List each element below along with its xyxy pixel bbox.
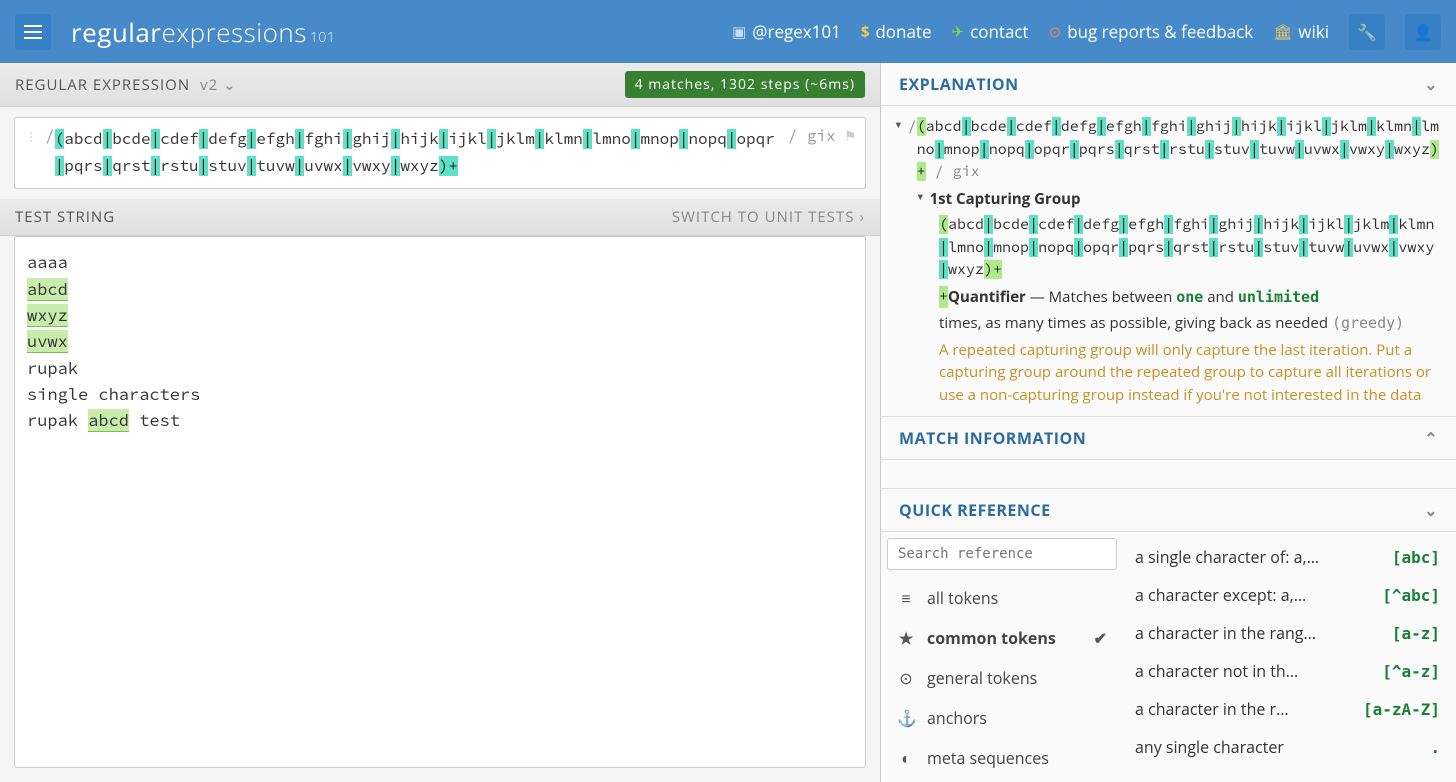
tools-button[interactable]: 🔧 — [1349, 14, 1385, 50]
link-donate[interactable]: $donate — [861, 20, 932, 43]
menu-button[interactable] — [15, 14, 51, 50]
quickref-category[interactable]: ★common tokens✔ — [887, 618, 1117, 658]
quickref-panel: ≡all tokens★common tokens✔⊙general token… — [881, 532, 1456, 782]
explanation-panel: ▼/ (abcd|bcde|cdef|defg|efgh|fghi|ghij|h… — [881, 106, 1456, 416]
quickref-item[interactable]: any single character. — [1125, 728, 1450, 766]
dollar-icon: $ — [861, 22, 870, 42]
expand-icon[interactable]: ⌃ — [1424, 427, 1438, 449]
quickref-category[interactable]: ◐meta sequences — [887, 738, 1117, 776]
quickref-items: a single character of: a,…[abc]a charact… — [1125, 538, 1450, 776]
category-icon: ⊙ — [897, 667, 915, 689]
quickref-category[interactable]: ⊙general tokens — [887, 658, 1117, 698]
quickref-item[interactable]: a character in the r…[a-zA-Z] — [1125, 690, 1450, 728]
github-icon: ⊙ — [1049, 22, 1062, 42]
link-wiki[interactable]: 🏛wiki — [1273, 20, 1329, 43]
chevron-right-icon: › — [859, 207, 865, 227]
quickref-item[interactable]: any whitespace character\s — [1125, 766, 1450, 776]
flag-icon: ⚑ — [845, 126, 855, 146]
regex-title: REGULAR EXPRESSION — [15, 75, 190, 95]
switch-unit-tests[interactable]: SWITCH TO UNIT TESTS› — [672, 207, 865, 227]
quickref-categories: ≡all tokens★common tokens✔⊙general token… — [887, 578, 1117, 776]
explanation-header: EXPLANATION ⌄ — [881, 63, 1456, 106]
link-bugs[interactable]: ⊙bug reports & feedback — [1049, 20, 1254, 43]
wrench-icon: 🔧 — [1357, 21, 1377, 43]
app-header: regularexpressions101 ▣@regex101 $donate… — [0, 0, 1456, 63]
test-header: TEST STRING SWITCH TO UNIT TESTS› — [0, 199, 880, 236]
drag-handle-icon[interactable]: ⋮ — [25, 130, 37, 145]
test-title: TEST STRING — [15, 207, 115, 227]
quickref-header: QUICK REFERENCE ⌄ — [881, 488, 1456, 532]
user-icon: 👤 — [1413, 21, 1433, 43]
regex-flags[interactable]: / gix ⚑ — [788, 126, 855, 146]
quickref-item[interactable]: a single character of: a,…[abc] — [1125, 538, 1450, 576]
quickref-item[interactable]: a character in the rang…[a-z] — [1125, 614, 1450, 652]
quickref-item[interactable]: a character except: a,…[^abc] — [1125, 576, 1450, 614]
quickref-item[interactable]: a character not in th…[^a-z] — [1125, 652, 1450, 690]
test-string-input[interactable]: aaaaabcdwxyzuvwxrupaksingle charactersru… — [14, 236, 866, 768]
category-icon: ≡ — [897, 587, 915, 609]
match-info-header: MATCH INFORMATION ⌃ — [881, 416, 1456, 460]
category-icon: ◐ — [897, 747, 915, 769]
regex-header: REGULAR EXPRESSION v2 ⌄ 4 matches, 1302 … — [0, 63, 880, 107]
category-icon: ★ — [897, 627, 915, 649]
quickref-search-input[interactable] — [887, 538, 1117, 570]
regex-input[interactable]: ⋮ / (abcd|bcde|cdef|defg|efgh|fghi|ghij|… — [14, 117, 866, 189]
quickref-category[interactable]: ≡all tokens — [887, 578, 1117, 618]
version-selector[interactable]: v2 ⌄ — [200, 75, 237, 95]
category-icon: ⚓ — [897, 707, 915, 729]
link-twitter[interactable]: ▣@regex101 — [732, 20, 841, 43]
bank-icon: 🏛 — [1273, 22, 1292, 42]
expand-arrow-icon[interactable]: ▼ — [917, 190, 924, 207]
quickref-category[interactable]: ⚓anchors — [887, 698, 1117, 738]
send-icon: ✈ — [952, 22, 965, 42]
chevron-down-icon: ⌄ — [223, 75, 237, 95]
regex-pattern[interactable]: (abcd|bcde|cdef|defg|efgh|fghi|ghij|hijk… — [55, 126, 778, 180]
app-logo: regularexpressions101 — [71, 14, 335, 50]
expand-arrow-icon[interactable]: ▼ — [895, 118, 902, 135]
stats-badge: 4 matches, 1302 steps (~6ms) — [625, 71, 865, 98]
collapse-icon[interactable]: ⌄ — [1424, 499, 1438, 521]
link-contact[interactable]: ✈contact — [952, 20, 1029, 43]
user-button[interactable]: 👤 — [1405, 14, 1441, 50]
check-icon: ✔ — [1094, 627, 1107, 649]
collapse-icon[interactable]: ⌄ — [1424, 73, 1438, 95]
header-links: ▣@regex101 $donate ✈contact ⊙bug reports… — [732, 14, 1441, 50]
match-info-panel — [881, 460, 1456, 488]
twitter-icon: ▣ — [732, 22, 746, 42]
regex-delim-open: / — [45, 126, 55, 146]
